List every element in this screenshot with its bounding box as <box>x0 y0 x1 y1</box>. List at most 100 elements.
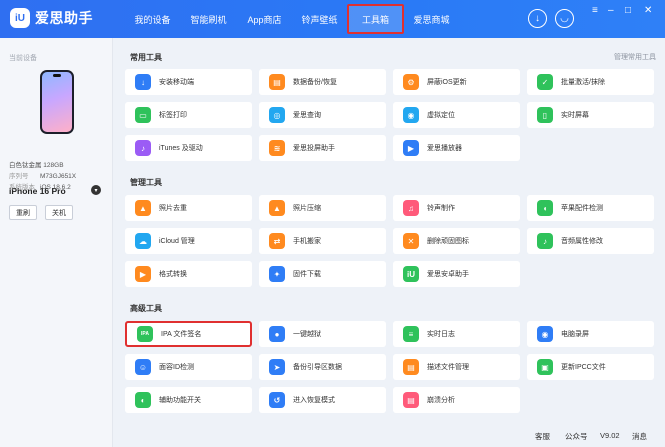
tool-card[interactable]: ✦ 固件下载 <box>259 261 386 287</box>
tool-label: 进入恢复模式 <box>293 397 335 404</box>
tool-card[interactable]: ◐ 辅助功能开关 <box>125 387 252 413</box>
wechat-link[interactable]: 公众号 <box>565 431 588 442</box>
tool-label: 数据备份/恢复 <box>293 79 337 86</box>
tool-label: 照片压缩 <box>293 205 321 212</box>
close-icon[interactable]: ✕ <box>644 6 652 16</box>
tool-label: 爱思安卓助手 <box>427 271 469 278</box>
user-icon[interactable]: ◡ <box>555 9 574 28</box>
feedback-link[interactable]: 客服 <box>535 431 550 442</box>
screen-icon: ▯ <box>537 107 553 123</box>
apple-icon: ● <box>269 326 285 342</box>
tool-card[interactable]: ▲ 照片去重 <box>125 195 252 221</box>
shutdown-button[interactable]: 关机 <box>45 205 73 220</box>
tool-label: 格式转换 <box>159 271 187 278</box>
tool-label: 安装移动端 <box>159 79 194 86</box>
manage-tools-link[interactable]: 管理常用工具 <box>614 52 656 62</box>
logo-icon: iU <box>10 8 30 28</box>
tool-label: 面容ID检测 <box>159 364 194 371</box>
tool-card[interactable]: ⇄ 手机搬家 <box>259 228 386 254</box>
download-icon[interactable]: ↓ <box>528 9 547 28</box>
tool-card[interactable]: ↺ 进入恢复模式 <box>259 387 386 413</box>
tool-label: 爱思查询 <box>293 112 321 119</box>
tool-label: 标签打印 <box>159 112 187 119</box>
tool-label: 更新IPCC文件 <box>561 364 606 371</box>
gear-icon: ⚙ <box>403 74 419 90</box>
tool-card[interactable]: ◉ 虚拟定位 <box>393 102 520 128</box>
device-dropdown-icon[interactable]: ▾ <box>91 185 101 195</box>
tab-my-device[interactable]: 我的设备 <box>125 0 180 38</box>
location-icon: ◉ <box>403 107 419 123</box>
tool-card[interactable]: ◉ 电脑录屏 <box>527 321 654 347</box>
earbuds-icon: ◖ <box>537 200 553 216</box>
tool-card[interactable]: ▣ 更新IPCC文件 <box>527 354 654 380</box>
android-helper-icon: iU <box>403 266 419 282</box>
device-sidebar: 当前设备 iPhone 16 Pro ▾ 白色钛金属 128GB 序列号 M73G… <box>0 38 113 447</box>
tool-card[interactable]: ● 一键越狱 <box>259 321 386 347</box>
tool-card[interactable]: ≡ 实时日志 <box>393 321 520 347</box>
restore-icon: ↺ <box>269 392 285 408</box>
tool-card[interactable]: ⚙ 屏蔽iOS更新 <box>393 69 520 95</box>
tool-card[interactable]: ▶ 爱思播放器 <box>393 135 520 161</box>
device-spec: 白色钛金属 128GB <box>9 162 64 169</box>
tool-card[interactable]: iU 爱思安卓助手 <box>393 261 520 287</box>
minimize-icon[interactable]: – <box>608 6 614 16</box>
tool-label: 描述文件管理 <box>427 364 469 371</box>
tool-label: 固件下载 <box>293 271 321 278</box>
tool-label: 爱思投屏助手 <box>293 145 335 152</box>
face-id-icon: ☺ <box>135 359 151 375</box>
tool-card[interactable]: ▤ 崩溃分析 <box>393 387 520 413</box>
tab-toolbox[interactable]: 工具箱 <box>347 4 404 34</box>
section-title-advanced: 高级工具 <box>130 304 162 313</box>
convert-icon: ▶ <box>135 266 151 282</box>
cloud-icon: ☁ <box>135 233 151 249</box>
tool-card[interactable]: ♪ iTunes 及驱动 <box>125 135 252 161</box>
device-image <box>40 70 74 134</box>
log-icon: ≡ <box>403 326 419 342</box>
tool-card[interactable]: ▲ 照片压缩 <box>259 195 386 221</box>
tool-card[interactable]: ➤ 备份引导区数据 <box>259 354 386 380</box>
tab-ringtones-wallpapers[interactable]: 铃声壁纸 <box>292 0 347 38</box>
tool-card[interactable]: ◖ 苹果配件检测 <box>527 195 654 221</box>
tool-label: 电脑录屏 <box>561 331 589 338</box>
messages-link[interactable]: 消息 <box>632 431 647 442</box>
tool-label: 虚拟定位 <box>427 112 455 119</box>
tool-card[interactable]: ▤ 描述文件管理 <box>393 354 520 380</box>
tool-card[interactable]: ↓ 安装移动端 <box>125 69 252 95</box>
tool-card[interactable]: ▤ 数据备份/恢复 <box>259 69 386 95</box>
tool-card[interactable]: ☺ 面容ID检测 <box>125 354 252 380</box>
maximize-icon[interactable]: □ <box>625 6 631 16</box>
menu-icon[interactable]: ≡ <box>592 6 598 16</box>
tool-card[interactable]: ✓ 批量激活/抹除 <box>527 69 654 95</box>
serial-value: M73GJ651X <box>40 173 77 180</box>
tool-label: 一键越狱 <box>293 331 321 338</box>
transfer-icon: ⇄ <box>269 233 285 249</box>
tool-label: 爱思播放器 <box>427 145 462 152</box>
tool-card[interactable]: ◎ 爱思查询 <box>259 102 386 128</box>
refresh-button[interactable]: 重刷 <box>9 205 37 220</box>
tool-card[interactable]: IPA IPA 文件签名 <box>125 321 252 347</box>
title-bar: iU 爱思助手 我的设备 智能刷机 App商店 铃声壁纸 工具箱 爱思商城 ↓ … <box>0 0 665 38</box>
app-title: 爱思助手 <box>35 10 93 26</box>
tool-card[interactable]: ▶ 格式转换 <box>125 261 252 287</box>
tool-label: IPA 文件签名 <box>161 331 202 338</box>
toggle-icon: ◐ <box>135 392 151 408</box>
tool-card[interactable]: ☁ iCloud 管理 <box>125 228 252 254</box>
tool-card[interactable]: ♫ 铃声制作 <box>393 195 520 221</box>
photo-compress-icon: ▲ <box>269 200 285 216</box>
tab-app-store[interactable]: App商店 <box>237 0 292 38</box>
tool-card[interactable]: ✕ 删除顽固图标 <box>393 228 520 254</box>
tool-card[interactable]: ▯ 实时屏幕 <box>527 102 654 128</box>
system-value: iOS 18.6.2 <box>40 184 71 191</box>
status-bar: 客服 公众号 V9.02 消息 <box>113 425 665 447</box>
main-nav: 我的设备 智能刷机 App商店 铃声壁纸 工具箱 爱思商城 <box>125 0 459 38</box>
tool-card[interactable]: ≋ 爱思投屏助手 <box>259 135 386 161</box>
video-icon: ▶ <box>403 140 419 156</box>
tool-card[interactable]: ♪ 音频属性修改 <box>527 228 654 254</box>
tab-smart-flash[interactable]: 智能刷机 <box>180 0 237 38</box>
send-icon: ➤ <box>269 359 285 375</box>
tab-store[interactable]: 爱思商城 <box>404 0 459 38</box>
ipa-icon: IPA <box>137 326 153 342</box>
version-label: V9.02 <box>600 431 620 440</box>
tool-card[interactable]: ▭ 标签打印 <box>125 102 252 128</box>
tool-label: iTunes 及驱动 <box>159 145 203 152</box>
